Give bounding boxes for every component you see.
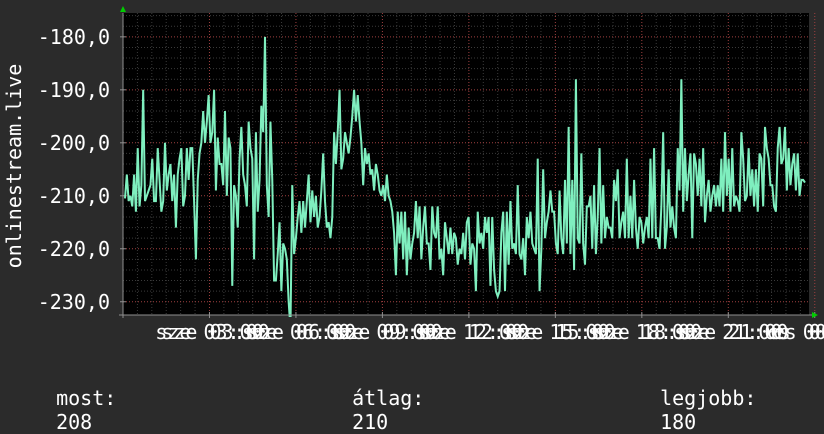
stat-best-label: legjobb: xyxy=(660,386,757,410)
y-tick-label: -230,0 xyxy=(38,290,110,314)
stat-now: most: 208 xyxy=(32,362,116,434)
y-tick-label: -220,0 xyxy=(38,237,110,261)
stat-best-value: 180 xyxy=(660,410,697,434)
y-axis-ticks: -180,0 -190,0 -200,0 -210,0 -220,0 -230,0 xyxy=(38,25,126,314)
stat-average: átlag: 210 xyxy=(328,362,424,434)
stat-now-value: 208 xyxy=(56,410,93,434)
y-axis-arrow-icon xyxy=(120,6,126,12)
x-axis-ticks: sze 03:00sze 03:00sze 06:00sze 06:00sze … xyxy=(155,312,824,344)
y-tick-label: -190,0 xyxy=(38,78,110,102)
chart: -180,0 -190,0 -200,0 -210,0 -220,0 -230,0 sze… xyxy=(38,6,824,344)
stat-average-value: 210 xyxy=(352,410,389,434)
y-tick-label: -180,0 xyxy=(38,25,110,49)
stat-average-label: átlag: xyxy=(352,386,425,410)
y-tick-label: -200,0 xyxy=(38,131,110,155)
y-axis-label: onlinestream.live xyxy=(2,63,26,269)
x-tick-label: cs 00:00 xyxy=(773,320,824,344)
stat-best: legjobb: 180 xyxy=(636,362,756,434)
stat-now-label: most: xyxy=(56,386,117,410)
y-tick-label: -210,0 xyxy=(38,184,110,208)
